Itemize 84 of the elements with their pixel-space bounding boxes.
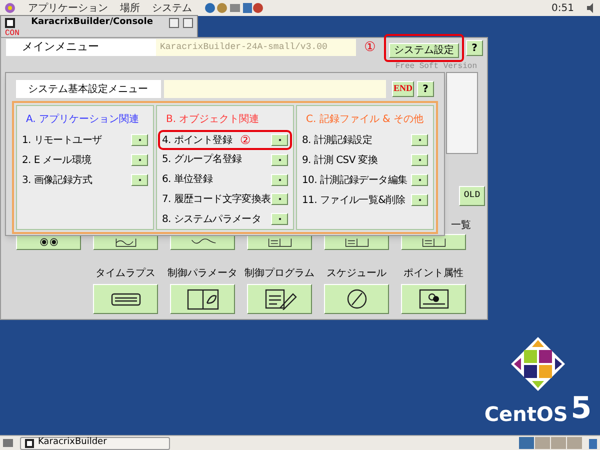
menu-item-label: 8. システムパラメータ: [162, 212, 262, 227]
menu-item[interactable]: 4. ポイント登録 ②: [158, 130, 292, 150]
tool-button[interactable]: [170, 284, 235, 314]
column-heading: C. 記録ファイル & その他: [305, 112, 424, 127]
pinwheel-logo-icon: [510, 336, 566, 392]
book-icon: [342, 236, 370, 248]
menu-item[interactable]: 7. 履歴コード文字変換表: [158, 190, 292, 210]
panel-menu[interactable]: 場所: [120, 0, 140, 16]
tool-label: 制御パラメータ: [168, 266, 238, 281]
tool-label: タイムラプス: [96, 266, 156, 281]
open-button[interactable]: [271, 134, 288, 146]
open-button[interactable]: [411, 174, 428, 186]
menu-item-label: 2. E メール環境: [22, 154, 92, 168]
open-button[interactable]: [411, 194, 428, 206]
status-label: CON: [5, 30, 20, 38]
minimize-button[interactable]: [169, 18, 179, 28]
book-icon: [420, 236, 448, 248]
logo-version: 5: [570, 394, 592, 424]
hold-button[interactable]: OLD: [459, 186, 485, 206]
menu-item-label: 10. 計測記録データ編集: [302, 174, 408, 188]
menu-item-label: 9. 計測 CSV 変換: [302, 154, 378, 168]
taskbar-button[interactable]: KaracrixBuilder: [20, 436, 170, 450]
menu-item[interactable]: 9. 計測 CSV 変換: [298, 150, 432, 170]
menu-item-label: 8. 計測記録設定: [302, 134, 372, 148]
column-heading: B. オブジェクト関連: [165, 112, 260, 127]
menu-item-label: 5. グループ名登録: [162, 152, 242, 168]
app-icon: [25, 438, 34, 448]
panel-menu[interactable]: システム: [152, 0, 192, 16]
tool-button[interactable]: [401, 284, 466, 314]
desktop-icon[interactable]: [2, 437, 14, 449]
menu-item[interactable]: 6. 単位登録: [158, 170, 292, 190]
open-button[interactable]: [271, 154, 288, 166]
open-button[interactable]: [411, 134, 428, 146]
open-button[interactable]: [271, 174, 288, 186]
book-icon: [266, 236, 294, 248]
menu-item[interactable]: 5. グループ名登録: [158, 150, 292, 170]
tool-label: ポイント属性: [404, 266, 464, 281]
trash-icon[interactable]: [588, 437, 598, 449]
menu-item[interactable]: 8. システムパラメータ: [158, 209, 292, 229]
help-button[interactable]: ?: [417, 81, 434, 97]
annotation-number: ②: [240, 132, 251, 149]
open-button[interactable]: [271, 193, 288, 206]
tool-button[interactable]: [247, 284, 312, 314]
menu-item-label: 6. 単位登録: [162, 173, 213, 188]
tool-button[interactable]: [93, 284, 158, 314]
menu-item[interactable]: 11. ファイル一覧&削除: [298, 190, 432, 210]
column-heading: A. アプリケーション関連: [25, 112, 140, 127]
logo-text: CentOS: [484, 404, 568, 424]
flower-icon[interactable]: [4, 2, 16, 14]
launcher-icons-drawing[interactable]: [204, 2, 264, 14]
tool-label: スケジュール: [326, 267, 386, 281]
open-button[interactable]: [411, 154, 428, 166]
window-title: KaracrixBuilder/Console: [30, 16, 154, 29]
app-icon: [5, 18, 15, 28]
panel-menu[interactable]: アプリケーション: [28, 0, 108, 16]
open-button[interactable]: [131, 134, 148, 146]
list-label: 一覧: [451, 221, 471, 231]
tool-button[interactable]: [401, 234, 466, 250]
open-button[interactable]: [271, 213, 288, 226]
menu-item-label: 1. リモートユーザ: [22, 134, 102, 148]
submenu-title-field: システム基本設定メニュー: [16, 80, 161, 98]
menu-title-field: メインメニュー: [6, 39, 156, 56]
open-button[interactable]: [131, 174, 148, 186]
end-button[interactable]: END: [392, 81, 414, 97]
menu-item[interactable]: 1. リモートユーザ: [18, 130, 152, 150]
speaker-icon[interactable]: [586, 3, 596, 13]
settings-button[interactable]: システム設定: [389, 43, 459, 58]
menu-item[interactable]: 3. 画像記録方式: [18, 170, 152, 190]
menu-item-label: 3. 画像記録方式: [22, 174, 92, 188]
close-button[interactable]: [183, 18, 193, 28]
help-button[interactable]: ?: [466, 40, 483, 56]
clock: 0:51: [552, 2, 574, 16]
tool-label: 制御プログラム: [244, 266, 314, 281]
menu-item-label: 11. ファイル一覧&削除: [302, 194, 405, 208]
edition-label: Free Soft Version: [395, 63, 477, 71]
open-button[interactable]: [131, 154, 148, 166]
menu-item[interactable]: 2. E メール環境: [18, 150, 152, 170]
menu-item[interactable]: 8. 計測記録設定: [298, 130, 432, 150]
menu-item-label: 7. 履歴コード文字変換表: [162, 192, 271, 207]
menu-item[interactable]: 10. 計測記録データ編集: [298, 170, 432, 190]
tool-button[interactable]: [324, 284, 389, 314]
annotation-number: ①: [363, 38, 377, 57]
version-field: KaracrixBuilder-24A-small/v3.00: [156, 39, 356, 56]
menu-item-label: 4. ポイント登録: [162, 134, 232, 148]
